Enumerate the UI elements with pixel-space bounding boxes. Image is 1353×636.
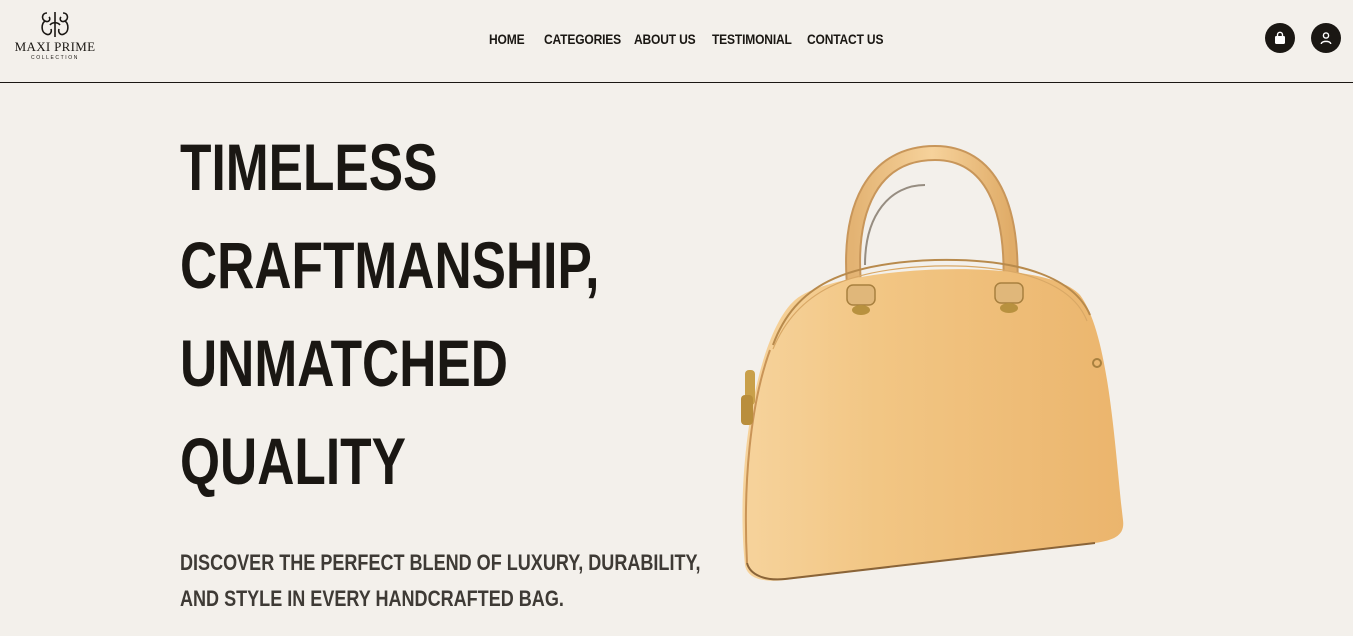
hero-title-line: QUALITY: [180, 424, 406, 498]
brand-tagline: COLLECTION: [31, 55, 79, 61]
nav-item-testimonial[interactable]: TESTIMONIAL: [712, 29, 794, 49]
account-button[interactable]: [1311, 23, 1341, 53]
shopping-bag-icon: [1275, 31, 1285, 44]
hero-title-line: CRAFTMANSHIP,: [180, 228, 600, 302]
cart-button[interactable]: [1265, 23, 1295, 53]
user-icon: [1320, 32, 1332, 45]
brand-logo[interactable]: MAXI PRIME COLLECTION: [8, 10, 102, 70]
handbag-image: [741, 145, 1124, 581]
nav-item-contact-us[interactable]: CONTACT US: [807, 29, 883, 49]
nav-item-home[interactable]: HOME: [489, 29, 536, 49]
brand-name: MAXI PRIME: [14, 39, 96, 54]
hero-title: TIMELESS CRAFTMANSHIP, UNMATCHED QUALITY: [180, 118, 664, 510]
hero-title-line: TIMELESS: [180, 130, 438, 204]
nav-item-about-us[interactable]: ABOUT US: [634, 29, 701, 49]
logo-monogram-icon: [41, 12, 69, 37]
hero-subtitle: DISCOVER THE PERFECT BLEND OF LUXURY, DU…: [180, 545, 701, 617]
hero-title-line: UNMATCHED: [180, 326, 508, 400]
nav-item-categories[interactable]: CATEGORIES: [544, 29, 621, 49]
site-header: MAXI PRIME COLLECTION HOME CATEGORIES AB…: [0, 0, 1353, 83]
hero-subtitle-line: AND STYLE IN EVERY HANDCRAFTED BAG.: [180, 586, 564, 611]
hero-subtitle-line: DISCOVER THE PERFECT BLEND OF LUXURY, DU…: [180, 550, 701, 575]
main-nav: HOME CATEGORIES ABOUT US TESTIMONIAL CON…: [489, 29, 887, 49]
